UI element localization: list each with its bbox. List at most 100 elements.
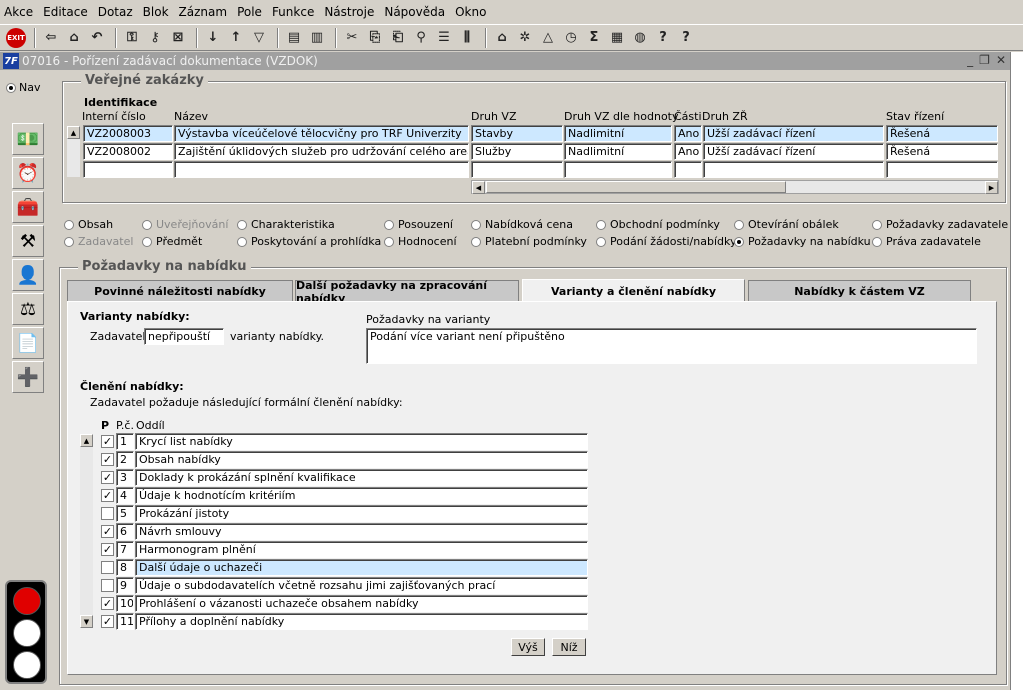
scroll-left-icon[interactable]: ◀ bbox=[472, 181, 485, 194]
undo-icon[interactable]: ↶ bbox=[87, 28, 107, 48]
item-number[interactable]: 10 bbox=[116, 595, 134, 612]
item-checkbox[interactable]: ✓ bbox=[101, 597, 114, 610]
tab-nabidky-castem[interactable]: Nabídky k částem VZ bbox=[748, 280, 971, 302]
item-checkbox[interactable]: ✓ bbox=[101, 489, 114, 502]
row1-interni[interactable]: VZ2008003 bbox=[83, 125, 173, 142]
item-number[interactable]: 3 bbox=[116, 469, 134, 486]
item-checkbox[interactable] bbox=[101, 579, 114, 592]
row3-casti[interactable] bbox=[674, 161, 702, 178]
tab-dalsi[interactable]: Další požadavky na zpracování nabídky bbox=[295, 279, 519, 305]
row1-casti[interactable]: Ano bbox=[674, 125, 702, 142]
radio-option[interactable]: Nabídková cena bbox=[471, 218, 573, 231]
pozadavky-varianty-field[interactable]: Podání více variant není připuštěno bbox=[366, 328, 977, 364]
scroll-up-icon[interactable]: ▲ bbox=[67, 126, 80, 139]
item-number[interactable]: 6 bbox=[116, 523, 134, 540]
radio-option[interactable]: Poskytování a prohlídka bbox=[237, 235, 381, 248]
row3-druh[interactable] bbox=[471, 161, 563, 178]
menu-item[interactable]: Editace bbox=[43, 5, 88, 19]
row2-druh[interactable]: Služby bbox=[471, 143, 563, 160]
export-icon[interactable]: ▥ bbox=[307, 28, 327, 48]
radio-option[interactable]: Hodnocení bbox=[384, 235, 457, 248]
triangle-icon[interactable]: △ bbox=[538, 28, 558, 48]
item-checkbox[interactable]: ✓ bbox=[101, 615, 114, 628]
scroll-up-icon[interactable]: ▲ bbox=[80, 434, 93, 447]
row2-interni[interactable]: VZ2008002 bbox=[83, 143, 173, 160]
money-icon[interactable]: 💵 bbox=[12, 123, 44, 155]
stamp-icon[interactable]: ⚒ bbox=[12, 225, 44, 257]
clock-icon[interactable]: ◷ bbox=[561, 28, 581, 48]
columns-icon[interactable]: ⫼ bbox=[457, 28, 477, 48]
restore-icon[interactable]: ❐ bbox=[979, 53, 990, 67]
radio-option[interactable]: Otevírání obálek bbox=[734, 218, 839, 231]
exit-icon[interactable]: EXIT bbox=[6, 27, 26, 48]
globe-icon[interactable]: ◍ bbox=[630, 28, 650, 48]
execute-query-icon[interactable]: ⚷ bbox=[145, 28, 165, 48]
item-label[interactable]: Doklady k prokázání splnění kvalifikace bbox=[135, 469, 588, 486]
item-number[interactable]: 11 bbox=[116, 613, 134, 630]
scroll-thumb[interactable] bbox=[486, 181, 786, 193]
building-icon[interactable]: ⌂ bbox=[492, 28, 512, 48]
item-label[interactable]: Harmonogram plnění bbox=[135, 541, 588, 558]
minimize-icon[interactable]: _ bbox=[967, 53, 973, 67]
item-number[interactable]: 8 bbox=[116, 559, 134, 576]
radio-option[interactable]: Obsah bbox=[64, 218, 113, 231]
cut-icon[interactable]: ✂ bbox=[342, 28, 362, 48]
menu-item[interactable]: Nápověda bbox=[384, 5, 445, 19]
horizontal-scrollbar[interactable]: ◀ ▶ bbox=[471, 180, 999, 194]
row2-druh-zr[interactable]: Užší zadávací řízení bbox=[703, 143, 884, 160]
menu-item[interactable]: Akce bbox=[4, 5, 33, 19]
tab-varianty[interactable]: Varianty a členění nabídky bbox=[522, 279, 745, 302]
row2-casti[interactable]: Ano bbox=[674, 143, 702, 160]
scroll-right-icon[interactable]: ▶ bbox=[985, 181, 998, 194]
menu-item[interactable]: Okno bbox=[455, 5, 486, 19]
radio-option[interactable]: Zadavatel bbox=[64, 235, 133, 248]
menu-item[interactable]: Funkce bbox=[272, 5, 314, 19]
row3-druh-hodnoty[interactable] bbox=[564, 161, 672, 178]
move-down-button[interactable]: Níž bbox=[552, 638, 586, 656]
radio-option[interactable]: Předmět bbox=[142, 235, 202, 248]
record-scrollbar[interactable] bbox=[67, 139, 80, 177]
help-icon[interactable]: ? bbox=[676, 28, 696, 48]
radio-option[interactable]: Platební podmínky bbox=[471, 235, 587, 248]
sort-asc-icon[interactable]: ↓ bbox=[203, 28, 223, 48]
item-checkbox[interactable]: ✓ bbox=[101, 453, 114, 466]
item-label[interactable]: Prohlášení o vázanosti uchazeče obsahem … bbox=[135, 595, 588, 612]
scales-icon[interactable]: ⚖ bbox=[12, 293, 44, 325]
cancel-query-icon[interactable]: ⊠ bbox=[168, 28, 188, 48]
row1-druh-hodnoty[interactable]: Nadlimitní bbox=[564, 125, 672, 142]
item-label[interactable]: Údaje k hodnotícím kritériím bbox=[135, 487, 588, 504]
printer-icon[interactable]: ▤ bbox=[284, 28, 304, 48]
close-icon[interactable]: ✕ bbox=[996, 53, 1006, 67]
sort-desc-icon[interactable]: ↑ bbox=[226, 28, 246, 48]
item-number[interactable]: 2 bbox=[116, 451, 134, 468]
menu-item[interactable]: Záznam bbox=[179, 5, 228, 19]
row3-interni[interactable] bbox=[83, 161, 173, 178]
radio-option[interactable]: Podání žádosti/nabídky bbox=[596, 235, 736, 248]
search-icon[interactable]: ⚲ bbox=[411, 28, 431, 48]
list-icon[interactable]: ☰ bbox=[434, 28, 454, 48]
row1-stav[interactable]: Řešená bbox=[886, 125, 998, 142]
item-number[interactable]: 4 bbox=[116, 487, 134, 504]
item-number[interactable]: 5 bbox=[116, 505, 134, 522]
help-context-icon[interactable]: ? bbox=[653, 28, 673, 48]
row1-druh-zr[interactable]: Užší zadávací řízení bbox=[703, 125, 884, 142]
item-checkbox[interactable] bbox=[101, 561, 114, 574]
row1-druh[interactable]: Stavby bbox=[471, 125, 563, 142]
row3-nazev[interactable] bbox=[174, 161, 469, 178]
item-checkbox[interactable]: ✓ bbox=[101, 543, 114, 556]
radio-option[interactable]: Požadavky zadavatele bbox=[872, 218, 1008, 231]
item-label[interactable]: Obsah nabídky bbox=[135, 451, 588, 468]
item-label[interactable]: Údaje o subdodavatelích včetně rozsahu j… bbox=[135, 577, 588, 594]
menu-item[interactable]: Nástroje bbox=[324, 5, 374, 19]
row3-stav[interactable] bbox=[886, 161, 998, 178]
person-icon[interactable]: 👤 bbox=[12, 259, 44, 291]
row3-druh-zr[interactable] bbox=[703, 161, 884, 178]
toolbox-icon[interactable]: 🧰 bbox=[12, 191, 44, 223]
save-icon[interactable]: ⇦ bbox=[41, 28, 61, 48]
move-up-button[interactable]: Výš bbox=[511, 638, 545, 656]
radio-option[interactable]: Posouzení bbox=[384, 218, 453, 231]
clock-icon[interactable]: ⏰ bbox=[12, 157, 44, 189]
gear-icon[interactable]: ✲ bbox=[515, 28, 535, 48]
item-number[interactable]: 1 bbox=[116, 433, 134, 450]
item-checkbox[interactable] bbox=[101, 507, 114, 520]
